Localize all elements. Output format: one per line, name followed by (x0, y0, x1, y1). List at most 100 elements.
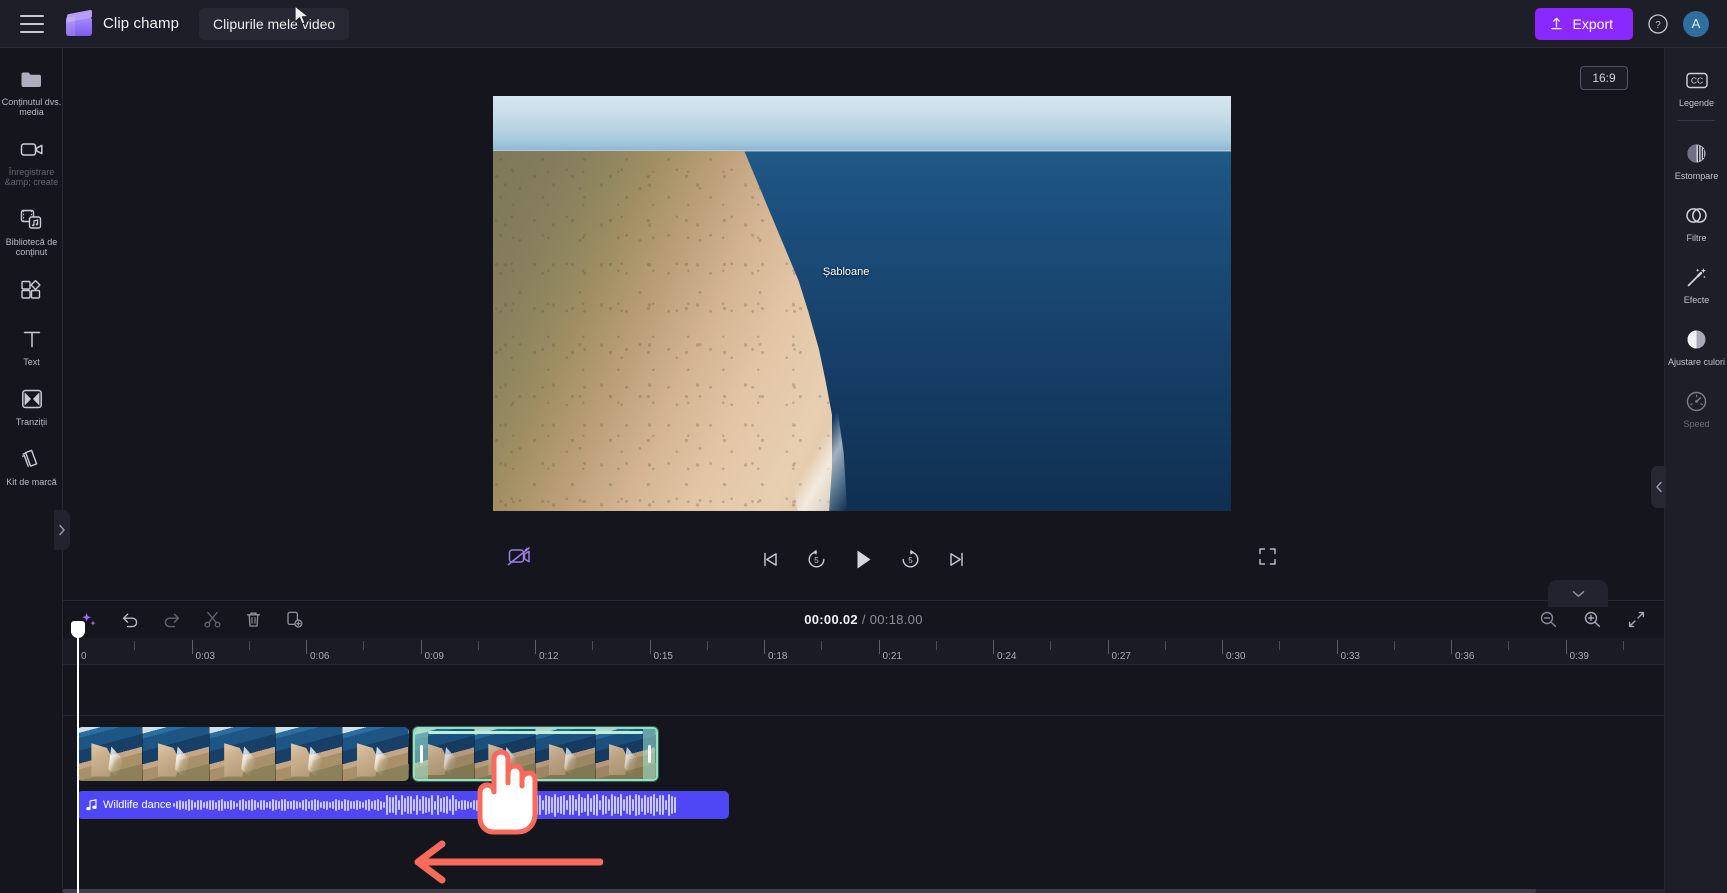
waveform-bar (218, 799, 220, 811)
panel-item-blur[interactable]: Estompare (1665, 131, 1727, 185)
right-sidebar: CC Legende Estompare Filtre Efecte Ajust… (1651, 48, 1727, 893)
waveform-bar (386, 795, 388, 815)
waveform-bar (431, 795, 433, 815)
panel-item-speed[interactable]: Speed (1665, 379, 1727, 433)
forward-5-icon[interactable]: 5 (900, 549, 921, 570)
waveform-bar (278, 801, 280, 809)
table-row[interactable] (77, 727, 409, 781)
panel-divider (1677, 120, 1715, 121)
clip-selection-bar (428, 731, 643, 734)
waveform-bar (452, 795, 454, 815)
sidebar-item-transitions[interactable]: Tranziții (0, 378, 63, 431)
chevron-right-icon (59, 524, 65, 536)
panel-label-filters: Filtre (1686, 233, 1707, 243)
waveform-bar (395, 795, 397, 815)
skip-to-end-icon[interactable] (947, 550, 966, 569)
effects-wand-icon (1685, 264, 1708, 290)
waveform-bar (269, 801, 271, 809)
waveform-bar (620, 794, 622, 816)
panel-item-effects[interactable]: Efecte (1665, 255, 1727, 309)
sidebar-label-transitions: Tranziții (15, 417, 48, 427)
waveform-bar (371, 800, 373, 810)
sidebar-item-record-create[interactable]: Înregistrare &amp; create (0, 128, 63, 191)
avatar[interactable]: A (1683, 10, 1709, 37)
right-rail-collapse-button[interactable] (1651, 466, 1666, 508)
audio-track-clip[interactable]: Wildlife dance (77, 791, 729, 819)
fit-to-screen-icon[interactable] (1625, 609, 1647, 631)
waveform-bar (182, 800, 184, 810)
waveform-bar (380, 800, 382, 810)
left-rail-collapse-button[interactable] (54, 510, 70, 550)
waveform-bar (242, 799, 244, 811)
aspect-ratio-badge[interactable]: 16:9 (1580, 66, 1628, 90)
zoom-in-icon[interactable] (1581, 609, 1603, 631)
waveform-bar (275, 799, 277, 811)
brand-name: Clip champ (103, 15, 180, 32)
transport-controls: 5 5 (63, 548, 1664, 571)
waveform-bar (206, 801, 208, 809)
hamburger-icon[interactable] (20, 14, 44, 33)
waveform-bar (626, 796, 628, 814)
waveform-bar (329, 801, 331, 809)
sidebar-item-text[interactable]: Text (0, 318, 63, 371)
time-separator: / (861, 612, 866, 627)
waveform-bar (398, 799, 400, 811)
sidebar-item-content-library[interactable]: Bibliotecă de conținut (0, 198, 63, 261)
waveform-bar (554, 793, 556, 817)
blur-icon (1685, 140, 1708, 166)
waveform-bar (383, 802, 385, 808)
ruler-tick-label: 0:18 (768, 651, 788, 662)
waveform-bar (584, 798, 586, 812)
waveform-bar (251, 799, 253, 811)
help-circle-icon[interactable]: ? (1647, 13, 1669, 35)
video-preview[interactable]: Șabloane (493, 96, 1231, 511)
waveform-bar (548, 795, 550, 815)
export-button[interactable]: Export (1534, 7, 1633, 40)
waveform-bar (428, 797, 430, 813)
waveform-bar (332, 800, 334, 810)
waveform-bar (587, 794, 589, 816)
waveform-bar (335, 799, 337, 811)
sidebar-item-brand-kit[interactable]: Kit de marcă (0, 438, 63, 491)
fullscreen-icon[interactable] (1258, 547, 1277, 571)
rewind-5-icon[interactable]: 5 (806, 549, 827, 570)
sidebar-item-media[interactable]: Conținutul dvs. media (0, 58, 63, 121)
timeline-scrollbar[interactable] (63, 889, 1664, 893)
ruler-minor-tick (1622, 641, 1624, 650)
waveform-bar (248, 800, 250, 810)
ruler-minor-tick (706, 641, 708, 650)
waveform-bar (212, 799, 214, 811)
waveform-bar (443, 796, 445, 814)
timeline-playhead[interactable] (71, 621, 85, 893)
panel-item-captions[interactable]: CC Legende (1665, 58, 1727, 112)
skip-to-start-icon[interactable] (761, 550, 780, 569)
waveform-bar (185, 800, 187, 810)
waveform-bar (290, 801, 292, 809)
timeline-tracks[interactable]: Wildlife dance (63, 665, 1664, 893)
timeline-collapse-button[interactable] (1548, 580, 1608, 607)
ruler-tick-label: 0:06 (310, 651, 330, 662)
waveform-bar (401, 795, 403, 815)
audio-clip-title: Wildlife dance (103, 799, 172, 811)
playhead-handle[interactable] (71, 621, 85, 638)
zoom-out-icon[interactable] (1537, 609, 1559, 631)
clip-trim-handle-left[interactable] (415, 729, 428, 779)
waveform-bar (347, 799, 349, 811)
audio-clip-label: Wildlife dance (77, 799, 171, 811)
ruler-tick-label: 0:39 (1569, 651, 1589, 662)
chevron-left-icon (1655, 481, 1662, 493)
play-icon[interactable] (853, 548, 874, 571)
brand-kit-icon (20, 446, 43, 472)
ruler-minor-tick (1164, 641, 1166, 650)
ruler-tick-label: 0:12 (539, 651, 559, 662)
timeline-ruler[interactable]: 0 0:03 0:06 0:09 0:12 0:15 0:18 0:21 0:24 0:27 0:3… (63, 638, 1698, 665)
waveform-bar (662, 795, 664, 815)
project-tab[interactable]: Clipurile mele video (199, 7, 350, 40)
panel-item-color-adjust[interactable]: Ajustare culori (1665, 317, 1727, 371)
panel-item-filters[interactable]: Filtre (1665, 193, 1727, 247)
waveform-bar (233, 801, 235, 809)
waveform-bar (653, 793, 655, 817)
waveform-bar (257, 801, 259, 809)
clip-trim-handle-right[interactable] (643, 729, 656, 779)
sidebar-item-templates[interactable] (0, 268, 63, 311)
